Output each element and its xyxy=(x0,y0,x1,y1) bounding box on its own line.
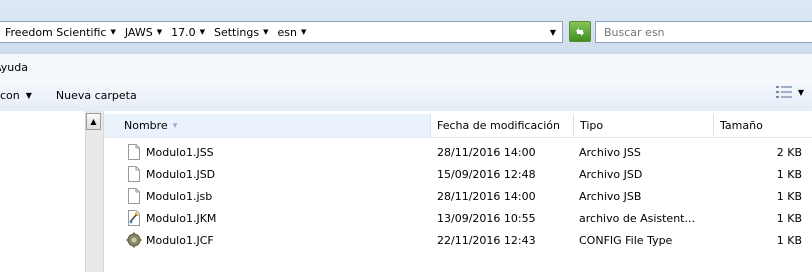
refresh-button[interactable] xyxy=(569,21,591,42)
file-name: Modulo1.JSD xyxy=(146,167,216,181)
address-history-dropdown[interactable]: ▼ xyxy=(544,22,562,42)
search-box[interactable] xyxy=(595,21,812,43)
chevron-down-icon[interactable]: ▼ xyxy=(106,28,119,36)
file-name: Modulo1.JKM xyxy=(146,211,217,225)
chevron-down-icon[interactable]: ▼ xyxy=(798,88,804,97)
table-row[interactable]: Modulo1.JCF 22/11/2016 12:43 CONFIG File… xyxy=(104,229,812,251)
breadcrumb: Freedom Scientific ▼ JAWS ▼ 17.0 ▼ Setti… xyxy=(0,26,310,39)
breadcrumb-item[interactable]: Freedom Scientific xyxy=(0,26,106,39)
blank-file-icon xyxy=(128,188,140,204)
type-cell: Archivo JSB xyxy=(579,189,642,203)
type-cell: archivo de Asistent... xyxy=(579,211,695,225)
file-name: Modulo1.JSS xyxy=(146,145,214,159)
column-label: Tamaño xyxy=(720,119,763,132)
search-input[interactable] xyxy=(596,24,812,40)
name-cell: Modulo1.JKM xyxy=(126,207,426,229)
modified-cell: 28/11/2016 14:00 xyxy=(437,189,536,203)
column-header-row: Nombre ▾ Fecha de modificación Tipo Tama… xyxy=(104,114,812,138)
blank-file-icon xyxy=(128,166,140,182)
share-with-button[interactable]: con ▼ xyxy=(0,89,40,102)
file-name: Modulo1.JCF xyxy=(146,233,214,247)
chevron-down-icon[interactable]: ▼ xyxy=(153,28,166,36)
command-bar: con ▼ Nueva carpeta ▼ xyxy=(0,80,812,112)
address-bar-area: Freedom Scientific ▼ JAWS ▼ 17.0 ▼ Setti… xyxy=(0,0,812,54)
views-control[interactable]: ▼ xyxy=(775,86,804,98)
chevron-down-icon[interactable]: ▼ xyxy=(259,28,272,36)
type-cell: Archivo JSD xyxy=(579,167,643,181)
file-name: Modulo1.jsb xyxy=(146,189,213,203)
blank-file-icon xyxy=(128,144,140,160)
scroll-up-button[interactable]: ▲ xyxy=(86,113,101,130)
breadcrumb-item[interactable]: esn xyxy=(272,26,296,39)
chevron-down-icon: ▼ xyxy=(25,91,32,100)
navigation-pane[interactable] xyxy=(0,111,85,272)
breadcrumb-item[interactable]: Settings xyxy=(209,26,259,39)
column-header-name[interactable]: Nombre ▾ xyxy=(104,114,431,137)
size-cell: 1 KB xyxy=(776,233,802,247)
type-cell: Archivo JSS xyxy=(579,145,641,159)
menu-bar: Ayuda xyxy=(0,54,812,81)
view-details-icon xyxy=(775,86,792,98)
modified-cell: 15/09/2016 12:48 xyxy=(437,167,536,181)
table-row[interactable]: Modulo1.JSS 28/11/2016 14:00 Archivo JSS… xyxy=(104,141,812,163)
table-row[interactable]: Modulo1.JSD 15/09/2016 12:48 Archivo JSD… xyxy=(104,163,812,185)
menu-item-ayuda[interactable]: Ayuda xyxy=(0,61,34,74)
column-header-type[interactable]: Tipo xyxy=(574,114,714,137)
navigation-scrollbar[interactable]: ▲ xyxy=(85,111,104,272)
column-label: Nombre xyxy=(124,119,168,132)
size-cell: 1 KB xyxy=(776,189,802,203)
address-bar[interactable]: Freedom Scientific ▼ JAWS ▼ 17.0 ▼ Setti… xyxy=(0,21,563,43)
modified-cell: 13/09/2016 10:55 xyxy=(437,211,536,225)
breadcrumb-item[interactable]: 17.0 xyxy=(166,26,196,39)
chevron-down-icon[interactable]: ▼ xyxy=(196,28,209,36)
name-cell: Modulo1.jsb xyxy=(126,185,426,207)
size-cell: 2 KB xyxy=(776,145,802,159)
column-label: Tipo xyxy=(580,119,604,132)
table-row[interactable]: Modulo1.JKM 13/09/2016 10:55 archivo de … xyxy=(104,207,812,229)
wizard-file-icon xyxy=(128,210,140,226)
file-list: Nombre ▾ Fecha de modificación Tipo Tama… xyxy=(104,111,812,272)
type-cell: CONFIG File Type xyxy=(579,233,673,247)
arrow-up-icon: ▲ xyxy=(90,117,97,126)
config-file-icon xyxy=(126,232,142,248)
modified-cell: 22/11/2016 12:43 xyxy=(437,233,536,247)
column-label: Fecha de modificación xyxy=(437,119,561,132)
command-label: Nueva carpeta xyxy=(55,89,137,102)
size-cell: 1 KB xyxy=(776,167,802,181)
table-row[interactable]: Modulo1.jsb 28/11/2016 14:00 Archivo JSB… xyxy=(104,185,812,207)
sort-ascending-icon: ▾ xyxy=(172,120,178,131)
command-label: con xyxy=(0,89,20,102)
breadcrumb-item[interactable]: JAWS xyxy=(120,26,153,39)
column-header-modified[interactable]: Fecha de modificación xyxy=(431,114,574,137)
modified-cell: 28/11/2016 14:00 xyxy=(437,145,536,159)
column-header-size[interactable]: Tamaño xyxy=(714,114,812,137)
name-cell: Modulo1.JCF xyxy=(126,229,426,251)
name-cell: Modulo1.JSD xyxy=(126,163,426,185)
name-cell: Modulo1.JSS xyxy=(126,141,426,163)
size-cell: 1 KB xyxy=(776,211,802,225)
new-folder-button[interactable]: Nueva carpeta xyxy=(54,89,145,102)
refresh-icon xyxy=(576,27,584,36)
chevron-down-icon[interactable]: ▼ xyxy=(297,28,310,36)
